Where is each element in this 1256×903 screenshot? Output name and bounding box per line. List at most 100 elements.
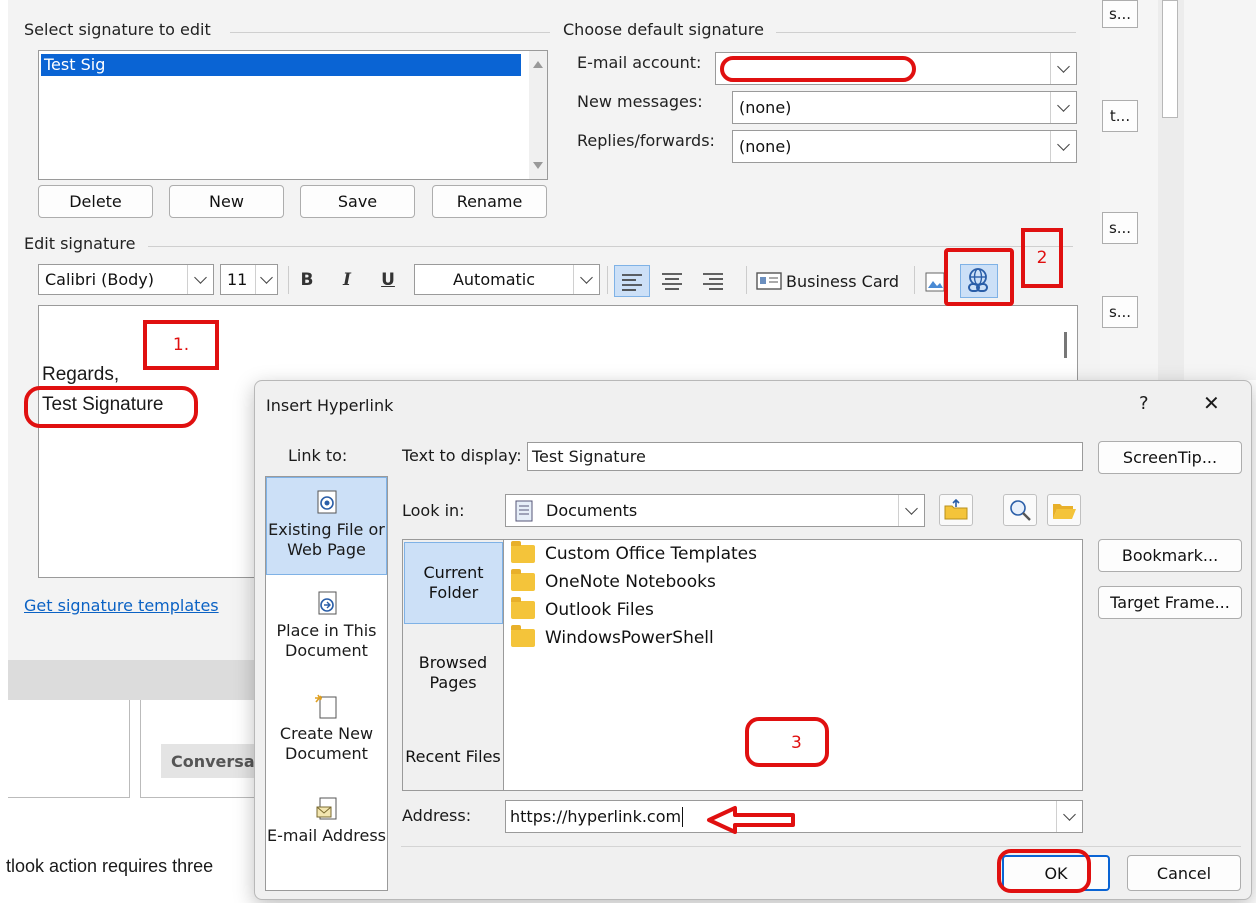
scrollbar-thumb[interactable] — [1064, 332, 1067, 358]
divider — [746, 266, 747, 294]
background-button[interactable]: t... — [1102, 100, 1138, 132]
address-value[interactable]: https://hyperlink.com — [510, 807, 681, 826]
background-cell — [8, 700, 130, 798]
browsed-pages-tab[interactable]: Browsed Pages — [403, 632, 503, 714]
text-cursor — [682, 806, 684, 827]
list-item[interactable]: Custom Office Templates — [511, 540, 1071, 568]
dropdown-button[interactable] — [255, 265, 277, 294]
signature-list-item[interactable]: Test Sig — [41, 54, 521, 76]
nav-existing-file[interactable]: Existing File or Web Page — [266, 477, 387, 575]
rename-button[interactable]: Rename — [432, 185, 547, 218]
list-item[interactable]: OneNote Notebooks — [511, 568, 1071, 596]
help-button[interactable]: ? — [1139, 393, 1149, 414]
align-center-icon — [662, 273, 682, 290]
screentip-button[interactable]: ScreenTip... — [1098, 441, 1242, 474]
align-center-button[interactable] — [655, 265, 691, 297]
annotation-step-3-box — [745, 717, 829, 767]
dropdown-button[interactable] — [573, 265, 599, 294]
list-item[interactable]: Outlook Files — [511, 596, 1071, 624]
align-right-icon — [703, 273, 723, 290]
annotation-step-3: 3 — [791, 733, 802, 753]
bookmark-button[interactable]: Bookmark... — [1098, 539, 1242, 572]
chevron-down-icon — [1063, 807, 1076, 821]
replies-label: Replies/forwards: — [577, 131, 715, 150]
browse-file-button[interactable] — [1047, 494, 1081, 526]
new-button[interactable]: New — [169, 185, 284, 218]
highlight-signature-text — [24, 386, 198, 428]
annotation-step-2: 2 — [1021, 228, 1063, 288]
get-signature-templates-link[interactable]: Get signature templates — [24, 596, 219, 615]
font-color-value: Automatic — [452, 270, 536, 289]
text-to-display-input[interactable]: Test Signature — [527, 442, 1083, 471]
dropdown-button[interactable] — [898, 495, 924, 526]
folder-icon — [511, 625, 535, 647]
open-folder-icon — [1053, 504, 1076, 519]
scrollbar-thumb[interactable] — [1162, 0, 1178, 118]
chevron-down-icon — [1057, 59, 1070, 73]
folder-icon — [511, 541, 535, 563]
nav-place-in-document[interactable]: Place in This Document — [266, 591, 387, 661]
background-button[interactable]: s... — [1102, 212, 1138, 244]
divider — [607, 266, 608, 294]
background-cell: Conversat — [140, 700, 255, 798]
business-card-label: Business Card — [786, 271, 900, 291]
close-button[interactable]: ✕ — [1203, 391, 1220, 415]
italic-button[interactable]: I — [334, 265, 360, 295]
browse-web-button[interactable] — [1003, 494, 1037, 526]
divider — [288, 266, 289, 294]
nav-create-new-document[interactable]: Create New Document — [266, 694, 387, 764]
highlight-ok-button — [997, 849, 1091, 893]
chevron-down-icon — [260, 270, 273, 284]
chevron-down-icon — [905, 501, 918, 515]
cancel-button[interactable]: Cancel — [1127, 855, 1241, 891]
align-right-button[interactable] — [696, 265, 732, 297]
nav-email-address[interactable]: E-mail Address — [266, 796, 387, 846]
nav-label: Existing File or Web Page — [268, 520, 385, 559]
dropdown-button[interactable] — [1050, 53, 1076, 84]
save-button[interactable]: Save — [300, 185, 415, 218]
bold-button[interactable]: B — [294, 265, 320, 295]
list-scrollbar[interactable] — [529, 51, 547, 179]
recent-files-tab[interactable]: Recent Files — [403, 716, 503, 798]
highlight-hyperlink-button — [944, 248, 1014, 306]
place-in-document-icon — [314, 591, 340, 617]
chevron-down-icon — [1057, 137, 1070, 151]
replies-value: (none) — [739, 137, 792, 156]
background-button[interactable]: s... — [1102, 0, 1138, 28]
scroll-up-icon[interactable] — [533, 61, 543, 68]
up-folder-button[interactable] — [939, 494, 973, 526]
dropdown-button[interactable] — [1050, 131, 1076, 162]
font-color-select[interactable]: Automatic — [414, 264, 600, 295]
background-strip — [8, 660, 254, 700]
scroll-down-icon[interactable] — [533, 162, 543, 169]
dropdown-button[interactable] — [187, 265, 213, 294]
chevron-down-icon — [580, 270, 593, 284]
signature-text-regards[interactable]: Regards, — [42, 364, 119, 386]
signature-list[interactable]: Test Sig — [38, 50, 548, 180]
align-left-button[interactable] — [614, 265, 650, 297]
browser-sidebar: Current Folder Browsed Pages Recent File… — [403, 540, 504, 790]
text-to-display-label: Text to display: — [402, 446, 522, 465]
dropdown-button[interactable] — [1050, 92, 1076, 123]
divider — [148, 246, 1073, 247]
underline-button[interactable]: U — [375, 265, 401, 295]
dialog-title: Insert Hyperlink — [266, 396, 394, 415]
background-footer-text: tlook action requires three — [6, 856, 214, 876]
new-messages-value: (none) — [739, 98, 792, 117]
background-button[interactable]: s... — [1102, 296, 1138, 328]
file-name: OneNote Notebooks — [545, 572, 716, 592]
look-in-select[interactable]: Documents — [505, 494, 925, 527]
list-item[interactable]: WindowsPowerShell — [511, 624, 1071, 652]
replies-select[interactable]: (none) — [732, 130, 1077, 163]
new-messages-select[interactable]: (none) — [732, 91, 1077, 124]
font-name-select[interactable]: Calibri (Body) — [38, 264, 214, 295]
background-scrollbar[interactable] — [1158, 0, 1184, 380]
target-frame-button[interactable]: Target Frame... — [1098, 586, 1242, 619]
business-card-button[interactable]: Business Card — [756, 266, 899, 296]
default-signature-title: Choose default signature — [563, 20, 764, 39]
delete-button[interactable]: Delete — [38, 185, 153, 218]
font-size-select[interactable]: 11 — [220, 264, 278, 295]
nav-label: E-mail Address — [267, 826, 386, 845]
dropdown-button[interactable] — [1056, 801, 1082, 832]
current-folder-tab[interactable]: Current Folder — [404, 542, 503, 624]
